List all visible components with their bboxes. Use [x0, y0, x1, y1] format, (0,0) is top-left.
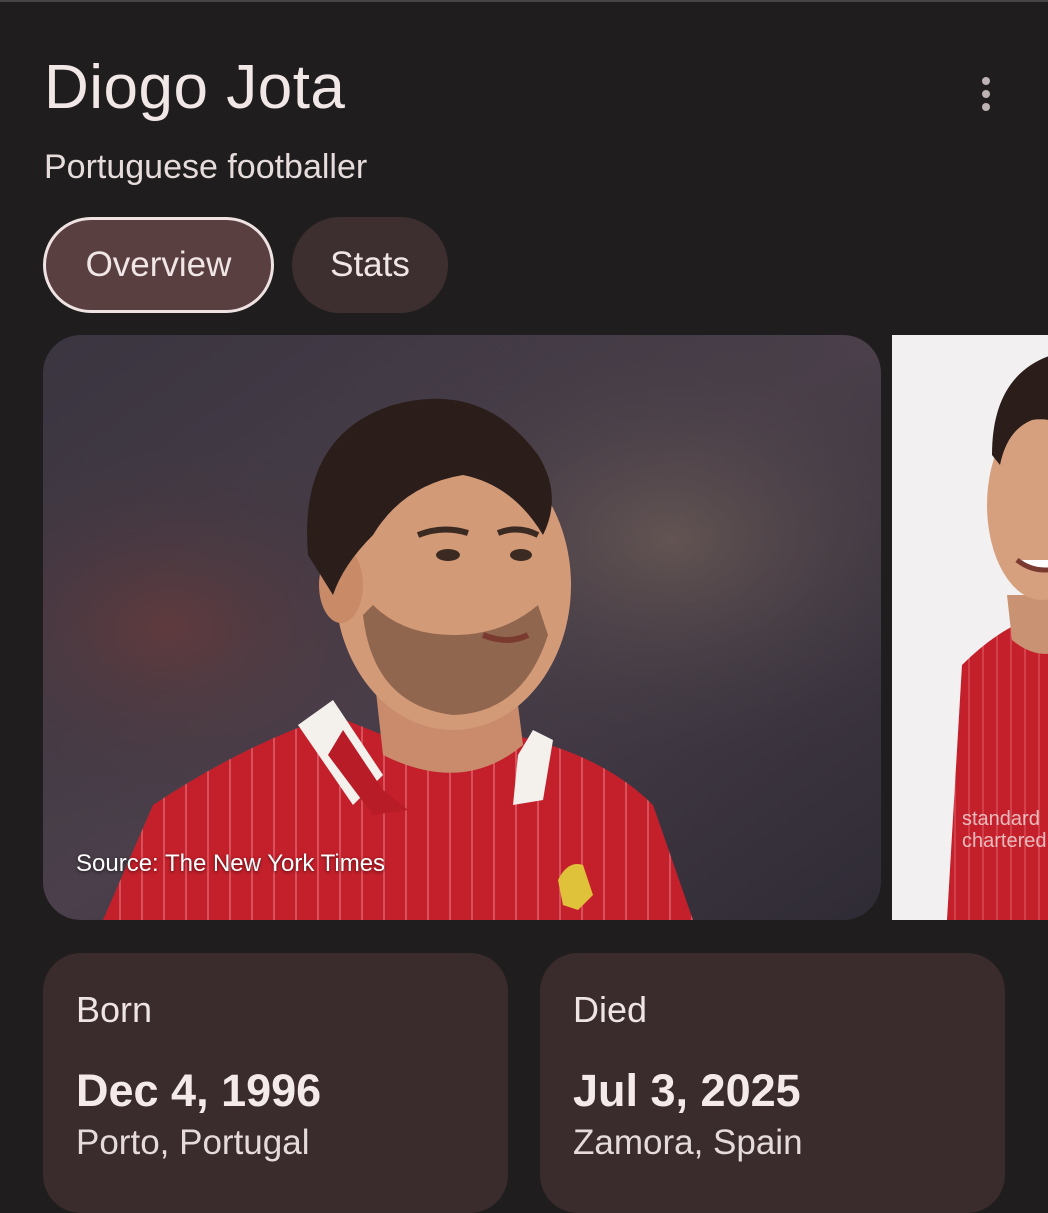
player-photo-secondary-image: standard chartered: [892, 335, 1048, 920]
tab-bar: Overview Stats: [43, 217, 448, 313]
player-photo-main[interactable]: Source: The New York Times: [43, 335, 881, 920]
died-place: Zamora, Spain: [573, 1123, 803, 1162]
image-carousel: Source: The New York Times standard char…: [43, 335, 1048, 920]
more-vert-icon-dot: [982, 90, 990, 98]
born-card[interactable]: Born Dec 4, 1996 Porto, Portugal: [43, 953, 508, 1213]
svg-text:standard: standard: [962, 808, 1040, 830]
svg-text:chartered: chartered: [962, 830, 1047, 852]
image-source-caption: Source: The New York Times: [76, 850, 386, 877]
born-place: Porto, Portugal: [76, 1123, 310, 1162]
died-label: Died: [573, 989, 648, 1030]
more-options-button[interactable]: [962, 70, 1010, 118]
died-date: Jul 3, 2025: [573, 1065, 801, 1116]
player-photo-secondary[interactable]: standard chartered: [892, 335, 1048, 920]
top-divider: [0, 0, 1048, 2]
more-vert-icon: [982, 77, 990, 85]
entity-title: Diogo Jota: [44, 53, 346, 122]
player-photo-image: [43, 335, 881, 920]
entity-subtitle: Portuguese footballer: [44, 148, 368, 186]
born-label: Born: [76, 989, 153, 1030]
born-date: Dec 4, 1996: [76, 1065, 322, 1116]
tab-overview[interactable]: Overview: [43, 217, 274, 313]
more-vert-icon-dot: [982, 103, 990, 111]
tab-stats[interactable]: Stats: [292, 217, 448, 313]
died-card[interactable]: Died Jul 3, 2025 Zamora, Spain: [540, 953, 1005, 1213]
